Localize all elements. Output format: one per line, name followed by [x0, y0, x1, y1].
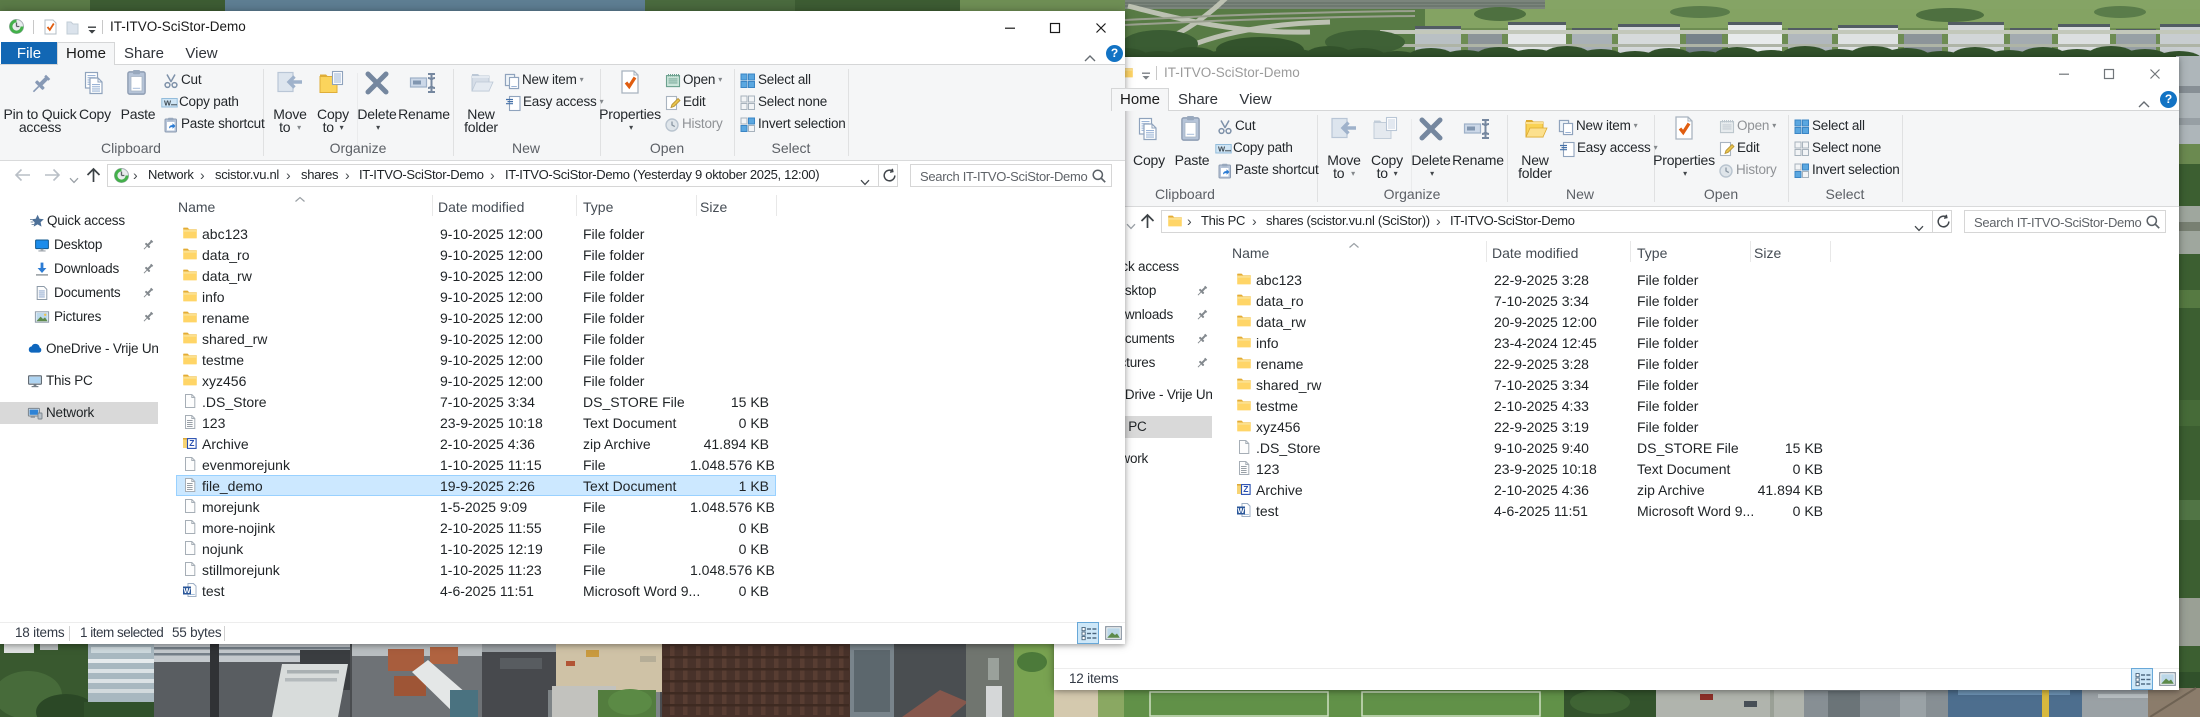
svg-text:W: W: [183, 586, 191, 595]
svg-text:Z: Z: [1243, 484, 1248, 494]
svg-text:Z: Z: [189, 438, 194, 448]
svg-text:W: W: [1237, 506, 1245, 515]
